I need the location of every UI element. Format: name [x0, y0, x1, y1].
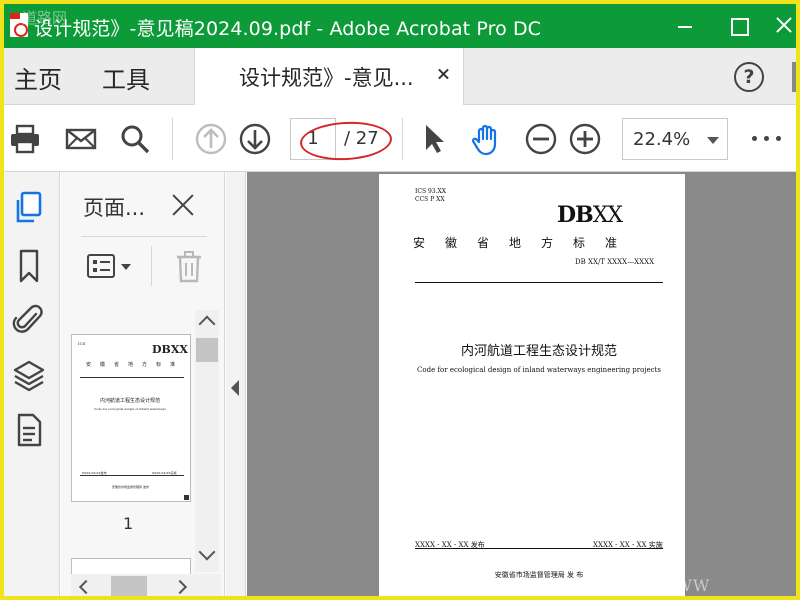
scrollbar-thumb[interactable]: [111, 576, 147, 596]
scroll-down-icon[interactable]: [198, 543, 216, 561]
zoom-value: 22.4%: [633, 129, 691, 150]
panel-collapse-strip[interactable]: [226, 172, 246, 596]
document-tab-label: 设计规范》-意见...: [239, 66, 414, 90]
scroll-left-icon[interactable]: [78, 579, 94, 595]
tab-tools[interactable]: 工具: [102, 60, 150, 95]
more-options-icon[interactable]: [752, 136, 782, 142]
close-window-button[interactable]: [768, 10, 796, 40]
trash-icon[interactable]: [173, 250, 205, 284]
footer-rule: [415, 548, 663, 549]
bookmark-icon[interactable]: [12, 248, 46, 284]
print-icon[interactable]: [8, 122, 42, 156]
layers-icon[interactable]: [12, 358, 46, 394]
scrollbar-thumb[interactable]: [196, 338, 218, 362]
zoom-out-icon[interactable]: [524, 122, 558, 156]
toolbar: 1 / 27 22.4%: [4, 106, 796, 172]
thumbnail-options-button[interactable]: [87, 252, 137, 282]
logo-db: DB: [557, 202, 594, 228]
select-cursor-icon[interactable]: [418, 122, 452, 156]
title-bar: 道路网 设计规范》-意见稿2024.09.pdf - Adobe Acrobat…: [4, 4, 796, 48]
thumb-logo: DBXX: [152, 343, 188, 356]
email-icon[interactable]: [64, 122, 98, 156]
search-icon[interactable]: [118, 122, 152, 156]
hand-tool-icon[interactable]: [470, 122, 504, 156]
toolbar-separator: [402, 118, 403, 160]
panel-title: 页面...: [83, 196, 146, 220]
publisher: 安徽省市场监督管理局 发 布: [494, 571, 584, 579]
window-title: 设计规范》-意见稿2024.09.pdf - Adobe Acrobat Pro…: [34, 18, 542, 40]
chevron-down-icon: [121, 264, 131, 270]
standard-code: DB XX/T XXXX—XXXX: [575, 258, 655, 266]
maximize-button[interactable]: [724, 10, 754, 40]
document-title: 内河航道工程生态设计规范: [460, 344, 617, 359]
collapse-left-icon[interactable]: [231, 380, 239, 396]
page-thumbnails-panel: 页面... ICS DBXX 安徽省地方标准 内河航道工程生态设计规范 Code…: [61, 172, 225, 596]
document-properties-icon[interactable]: [12, 412, 46, 448]
panel-divider: [81, 236, 207, 237]
document-subtitle: Code for ecological design of inland wat…: [417, 366, 661, 374]
next-page-icon[interactable]: [238, 122, 272, 156]
tab-home[interactable]: 主页: [14, 60, 62, 95]
chevron-down-icon: [707, 137, 719, 144]
close-panel-icon[interactable]: [169, 192, 195, 218]
thumbnail-horizontal-scrollbar[interactable]: [71, 574, 221, 596]
options-icon: [87, 254, 115, 278]
previous-page-icon[interactable]: [194, 122, 228, 156]
thumbnail-vertical-scrollbar[interactable]: [195, 310, 219, 572]
header-rule: [415, 282, 663, 283]
zoom-dropdown[interactable]: 22.4%: [622, 118, 728, 160]
sign-in-edge[interactable]: [792, 62, 796, 92]
tab-bar: 主页 工具 设计规范》-意见... ?: [4, 48, 796, 105]
ccs-code: CCS P XX: [415, 196, 445, 203]
help-icon[interactable]: ?: [734, 62, 764, 92]
ics-code: ICS 93.XX: [415, 188, 447, 195]
window-frame: 道路网 设计规范》-意见稿2024.09.pdf - Adobe Acrobat…: [0, 0, 800, 600]
scroll-right-icon[interactable]: [172, 579, 188, 595]
toolbar-separator: [172, 118, 173, 160]
zoom-in-icon[interactable]: [568, 122, 602, 156]
page-thumbnails-icon[interactable]: [12, 190, 46, 226]
document-page: ICS 93.XX CCS P XX DBXX 安徽省地方标准 DB XX/T …: [379, 174, 685, 596]
thumbnail-list: ICS DBXX 安徽省地方标准 内河航道工程生态设计规范 Code for e…: [67, 310, 193, 576]
standard-logo: DBXX: [557, 202, 623, 228]
thumbnail-page-number: 1: [123, 514, 134, 533]
watermark-bottom: WWW: [658, 576, 711, 595]
attachment-icon[interactable]: [12, 302, 46, 338]
panel-separator: [151, 246, 152, 286]
minimize-button[interactable]: [672, 10, 702, 40]
document-tab[interactable]: 设计规范》-意见...: [194, 48, 464, 105]
document-viewport[interactable]: ICS 93.XX CCS P XX DBXX 安徽省地方标准 DB XX/T …: [247, 172, 796, 596]
close-tab-icon[interactable]: [433, 64, 453, 84]
province-standard-label: 安徽省地方标准: [413, 236, 638, 250]
page-thumbnail[interactable]: ICS DBXX 安徽省地方标准 内河航道工程生态设计规范 Code for e…: [71, 334, 191, 502]
logo-xx: XX: [592, 203, 623, 228]
navigation-rail: [4, 172, 60, 596]
scroll-up-icon[interactable]: [198, 315, 216, 333]
